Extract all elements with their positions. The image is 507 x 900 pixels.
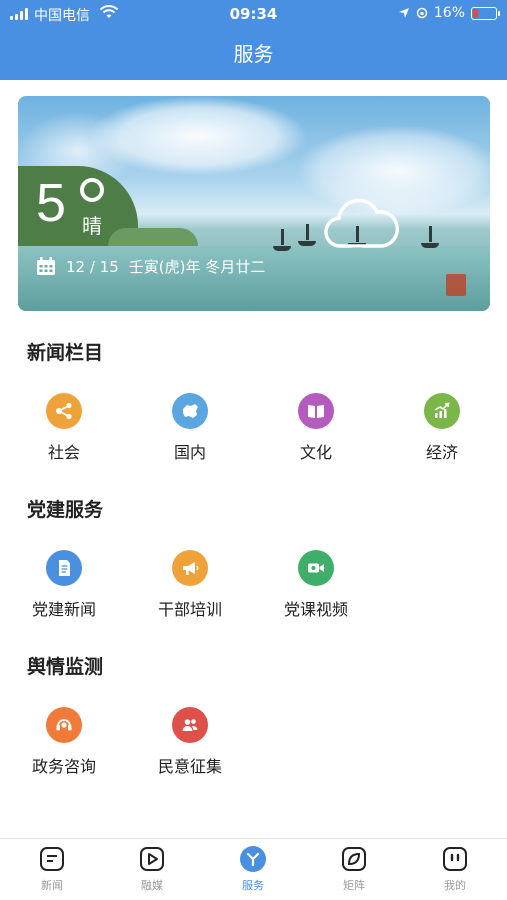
- calendar-icon: [37, 257, 55, 275]
- solar-date: 12 / 15: [66, 257, 119, 276]
- headset-icon: [46, 707, 82, 743]
- service-item-label: 党课视频: [283, 600, 348, 619]
- tab-label: 融媒: [141, 879, 163, 892]
- top-bar: 中国电信 09:34 16% 服务: [0, 0, 507, 80]
- lunar-date: 壬寅(虎)年 冬月廿二: [128, 258, 266, 276]
- play-icon: [138, 845, 166, 873]
- rising-chart-icon: [424, 393, 460, 429]
- temperature-value: 5: [36, 173, 67, 233]
- share-nodes-icon: [46, 393, 82, 429]
- service-item-label: 政务咨询: [31, 757, 96, 776]
- service-item-domestic[interactable]: 国内: [135, 393, 245, 463]
- tab-matrix[interactable]: 矩阵: [319, 845, 389, 893]
- service-item-label: 经济: [425, 443, 458, 462]
- leaf-icon: [340, 845, 368, 873]
- news-icon: [38, 845, 66, 873]
- bottom-tab-bar: 新闻 融媒 服务 矩阵 我的: [0, 838, 507, 900]
- orientation-lock-icon: [416, 7, 428, 19]
- boat-image: [421, 226, 439, 248]
- service-item-label: 党建新闻: [31, 600, 96, 619]
- seal-stamp: [446, 274, 466, 296]
- profile-icon: [441, 845, 469, 873]
- weather-condition: 晴: [82, 214, 102, 238]
- cloud-icon: [324, 198, 399, 248]
- service-icon: [239, 845, 267, 873]
- video-camera-icon: [298, 550, 334, 586]
- location-arrow-icon: [398, 8, 409, 18]
- tab-media[interactable]: 融媒: [117, 845, 187, 893]
- section-title-opinion: 舆情监测: [27, 656, 104, 678]
- boat-image: [298, 224, 316, 246]
- service-item-party-news[interactable]: 党建新闻: [9, 550, 119, 620]
- document-icon: [46, 550, 82, 586]
- tab-mine[interactable]: 我的: [420, 845, 490, 893]
- service-item-public-opinion[interactable]: 民意征集: [135, 707, 245, 777]
- service-item-gov-consult[interactable]: 政务咨询: [9, 707, 119, 777]
- tab-label: 新闻: [41, 879, 63, 892]
- book-icon: [298, 393, 334, 429]
- service-item-label: 民意征集: [157, 757, 222, 776]
- section-title-news: 新闻栏目: [27, 342, 104, 364]
- service-item-label: 社会: [47, 443, 80, 462]
- tab-label: 矩阵: [343, 879, 365, 892]
- battery-icon: [471, 6, 500, 20]
- megaphone-icon: [172, 550, 208, 586]
- service-item-culture[interactable]: 文化: [261, 393, 371, 463]
- service-item-label: 干部培训: [157, 600, 222, 619]
- battery-percent: 16%: [433, 5, 465, 21]
- boat-image: [273, 229, 291, 251]
- service-item-cadre-training[interactable]: 干部培训: [135, 550, 245, 620]
- service-item-party-video[interactable]: 党课视频: [261, 550, 371, 620]
- tab-service[interactable]: 服务: [218, 845, 288, 893]
- service-item-label: 文化: [299, 443, 332, 462]
- service-item-label: 国内: [173, 443, 206, 462]
- tab-label: 服务: [242, 879, 264, 892]
- china-map-icon: [172, 393, 208, 429]
- tab-label: 我的: [444, 879, 466, 892]
- status-bar: 中国电信 09:34 16%: [0, 0, 507, 28]
- section-title-party: 党建服务: [27, 499, 104, 521]
- page-title: 服务: [233, 42, 274, 66]
- degree-symbol: [80, 178, 104, 202]
- weather-banner[interactable]: 5 晴 12 / 15 壬寅(虎)年 冬月廿二: [18, 96, 490, 311]
- people-icon: [172, 707, 208, 743]
- service-item-society[interactable]: 社会: [9, 393, 119, 463]
- tab-news[interactable]: 新闻: [17, 845, 87, 893]
- service-item-economy[interactable]: 经济: [387, 393, 497, 463]
